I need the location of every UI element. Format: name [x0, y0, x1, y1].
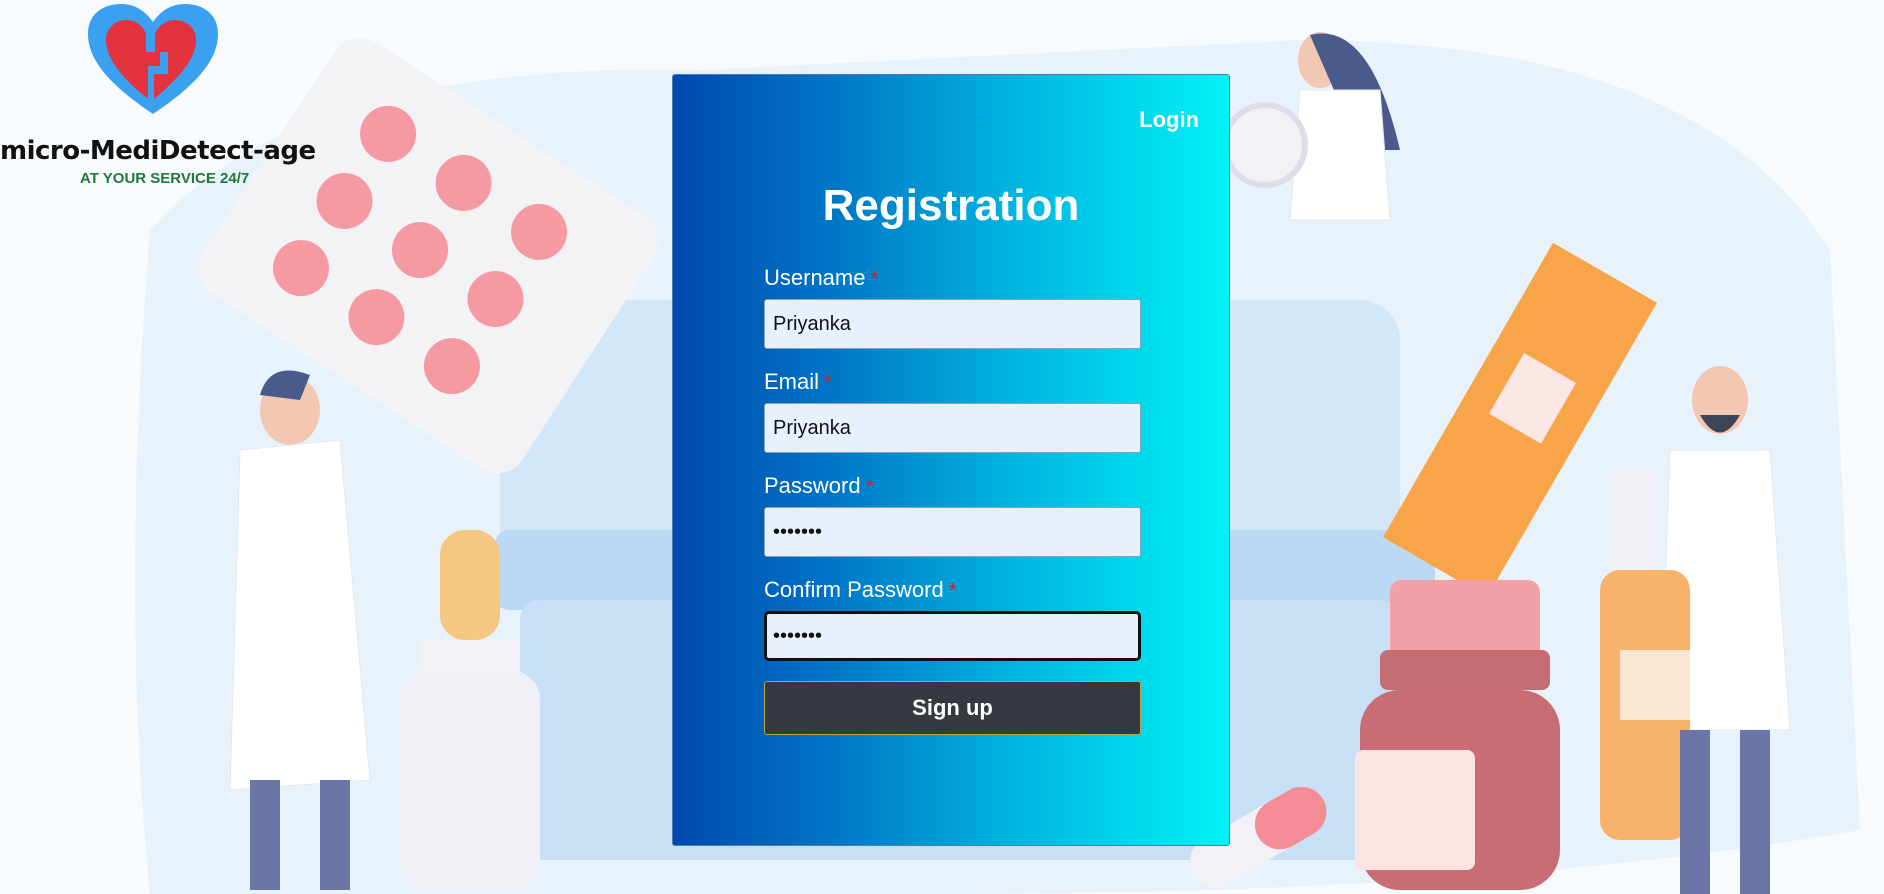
registration-page: micro-MediDetect-age AT YOUR SERVICE 24/… — [0, 0, 1884, 894]
required-asterisk: * — [865, 476, 874, 498]
username-label-text: Username — [764, 265, 866, 290]
password-input[interactable] — [764, 507, 1141, 557]
username-label: Username * — [764, 265, 1141, 291]
heart-logo-icon — [88, 4, 218, 114]
password-label-text: Password — [764, 473, 861, 498]
required-asterisk: * — [824, 372, 832, 394]
confirm-password-field-group: Confirm Password * — [764, 577, 1141, 661]
email-label-text: Email — [764, 369, 820, 394]
brand-logo: micro-MediDetect-age AT YOUR SERVICE 24/… — [0, 0, 330, 200]
username-field-group: Username * — [764, 265, 1141, 349]
confirm-password-input[interactable] — [764, 611, 1141, 661]
brand-tagline: AT YOUR SERVICE 24/7 — [80, 170, 250, 187]
page-title: Registration — [822, 181, 1080, 230]
required-asterisk: * — [948, 580, 957, 602]
confirm-password-label-text: Confirm Password — [764, 577, 944, 602]
registration-form: Username* Email* Password* Confirm Passw… — [764, 265, 1141, 735]
password-field-group: Password * — [764, 473, 1141, 557]
email-label: Email * — [764, 369, 1141, 395]
login-link[interactable]: Login — [1139, 107, 1199, 133]
email-field-group: Email * — [764, 369, 1141, 453]
username-input[interactable] — [764, 299, 1141, 349]
password-label: Password * — [764, 473, 1141, 499]
registration-card: Login Registration Username* Email* Pass… — [672, 74, 1230, 846]
confirm-password-label: Confirm Password * — [764, 577, 1141, 603]
brand-name: micro-MediDetect-age — [0, 136, 316, 166]
sign-up-button[interactable]: Sign up — [764, 681, 1141, 735]
required-asterisk: * — [870, 268, 879, 290]
email-input[interactable] — [764, 403, 1141, 453]
